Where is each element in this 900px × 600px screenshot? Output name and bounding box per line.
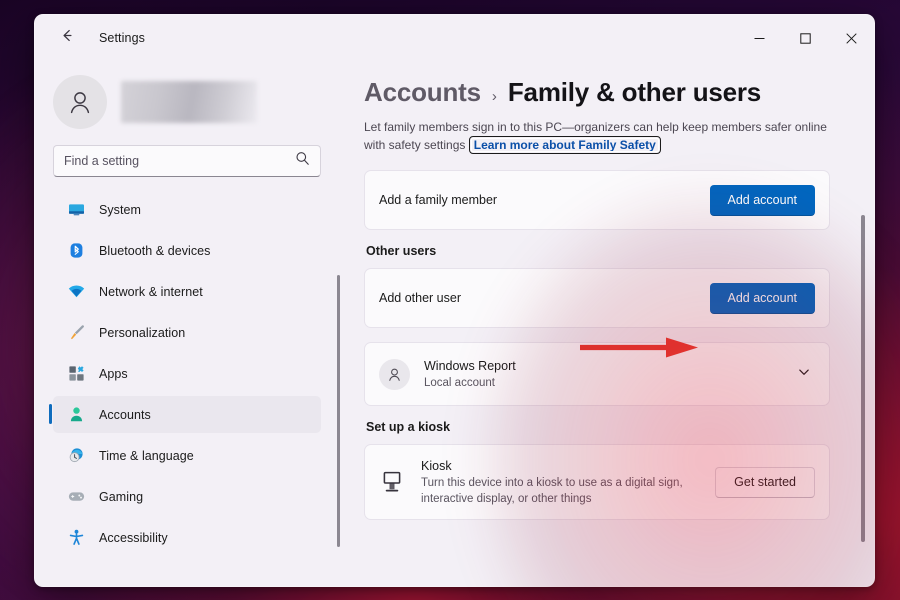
add-other-user-card: Add other user Add account — [364, 268, 830, 328]
content-scrollbar-thumb[interactable] — [861, 215, 865, 542]
redacted-account-name — [121, 81, 257, 123]
person-icon — [67, 406, 85, 424]
desktop-wallpaper: Settings — [0, 0, 900, 600]
kiosk-row: Kiosk Turn this device into a kiosk to u… — [365, 445, 829, 519]
add-family-member-label: Add a family member — [379, 193, 710, 207]
add-other-user-row: Add other user Add account — [365, 269, 829, 327]
sidebar-item-label: Bluetooth & devices — [99, 244, 210, 258]
chevron-down-icon — [797, 365, 811, 379]
annotation-arrow — [580, 336, 700, 360]
user-list-item[interactable]: Windows Report Local account — [365, 343, 829, 405]
sidebar-item-personalization[interactable]: Personalization — [53, 314, 321, 351]
user-text-block: Windows Report Local account — [424, 358, 779, 391]
minimize-icon — [754, 33, 765, 44]
apps-grid-icon — [67, 365, 85, 383]
sidebar-item-label: Accounts — [99, 408, 151, 422]
caption-button-group — [736, 15, 874, 61]
kiosk-text-block: Kiosk Turn this device into a kiosk to u… — [421, 457, 699, 507]
person-avatar-icon — [386, 366, 403, 383]
breadcrumb: Accounts › Family & other users — [364, 77, 830, 108]
expand-user-button[interactable] — [793, 361, 815, 388]
add-family-member-row: Add a family member Add account — [365, 171, 829, 229]
search-input[interactable] — [64, 154, 295, 168]
sidebar-item-gaming[interactable]: Gaming — [53, 478, 321, 515]
sidebar-account-block[interactable] — [53, 61, 332, 139]
paintbrush-icon — [67, 324, 85, 342]
arrow-left-icon — [59, 27, 76, 49]
close-icon — [846, 33, 857, 44]
maximize-button[interactable] — [782, 15, 828, 61]
sidebar-item-time-language[interactable]: Time & language — [53, 437, 321, 474]
back-button[interactable] — [51, 22, 83, 54]
title-bar: Settings — [35, 15, 874, 61]
sidebar-item-network-internet[interactable]: Network & internet — [53, 273, 321, 310]
wifi-icon — [67, 283, 85, 301]
bluetooth-icon — [67, 242, 85, 260]
kiosk-card: Kiosk Turn this device into a kiosk to u… — [364, 444, 830, 520]
app-title: Settings — [99, 31, 145, 45]
sidebar-item-accounts[interactable]: Accounts — [53, 396, 321, 433]
clock-globe-icon — [67, 447, 85, 465]
avatar — [379, 359, 410, 390]
other-users-heading: Other users — [366, 244, 830, 258]
minimize-button[interactable] — [736, 15, 782, 61]
existing-user-card: Windows Report Local account — [364, 342, 830, 406]
kiosk-display-icon — [379, 469, 405, 495]
kiosk-heading: Set up a kiosk — [366, 420, 830, 434]
sidebar-item-bluetooth-devices[interactable]: Bluetooth & devices — [53, 232, 321, 269]
search-icon — [295, 151, 310, 171]
sidebar-item-label: System — [99, 203, 141, 217]
sidebar-item-label: Gaming — [99, 490, 143, 504]
intro-description: Let family members sign in to this PC—or… — [364, 118, 830, 154]
window-body: System Bluetooth & devices — [35, 61, 874, 586]
kiosk-title: Kiosk — [421, 457, 699, 475]
chevron-right-icon: › — [492, 88, 497, 105]
add-family-member-card: Add a family member Add account — [364, 170, 830, 230]
sidebar-item-label: Accessibility — [99, 531, 168, 545]
maximize-icon — [800, 33, 811, 44]
add-other-user-label: Add other user — [379, 291, 710, 305]
user-name: Windows Report — [424, 358, 779, 375]
sidebar-item-label: Personalization — [99, 326, 185, 340]
sidebar-item-label: Apps — [99, 367, 128, 381]
sidebar-item-label: Network & internet — [99, 285, 203, 299]
breadcrumb-parent[interactable]: Accounts — [364, 77, 481, 108]
kiosk-description: Turn this device into a kiosk to use as … — [421, 475, 699, 507]
kiosk-get-started-button[interactable]: Get started — [715, 467, 815, 498]
add-family-account-button[interactable]: Add account — [710, 185, 816, 216]
learn-more-family-safety-link[interactable]: Learn more about Family Safety — [469, 136, 661, 154]
monitor-icon — [67, 201, 85, 219]
sidebar-nav-list: System Bluetooth & devices — [53, 191, 332, 556]
page-title: Family & other users — [508, 77, 761, 108]
settings-window: Settings — [34, 14, 875, 587]
search-input-wrapper[interactable] — [53, 145, 321, 177]
content-pane: Accounts › Family & other users Let fami… — [340, 61, 874, 586]
intro-text: Let family members sign in to this PC—or… — [364, 120, 827, 152]
add-other-account-button[interactable]: Add account — [710, 283, 816, 314]
sidebar-item-system[interactable]: System — [53, 191, 321, 228]
close-button[interactable] — [828, 15, 874, 61]
accessibility-person-icon — [67, 529, 85, 547]
sidebar-item-label: Time & language — [99, 449, 194, 463]
sidebar-item-accessibility[interactable]: Accessibility — [53, 519, 321, 556]
sidebar: System Bluetooth & devices — [35, 61, 340, 586]
avatar — [53, 75, 107, 129]
sidebar-item-apps[interactable]: Apps — [53, 355, 321, 392]
gamepad-icon — [67, 488, 85, 506]
user-account-type: Local account — [424, 375, 779, 391]
person-avatar-icon — [65, 87, 95, 117]
